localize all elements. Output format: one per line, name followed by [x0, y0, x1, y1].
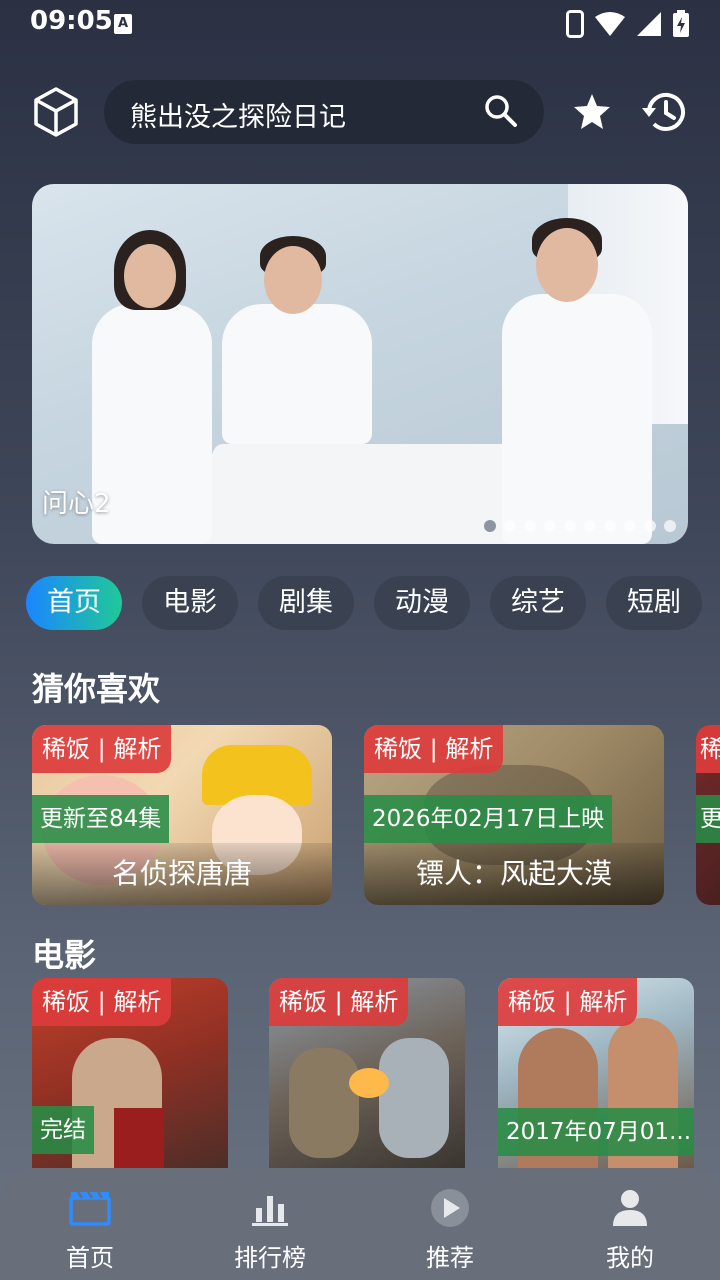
- source-badge: 稀饭 | 解析: [498, 978, 638, 1026]
- banner-figure-head: [264, 246, 322, 314]
- play-icon: [431, 1189, 469, 1227]
- video-card[interactable]: 稀饭 | 解析: [269, 978, 465, 1168]
- source-badge: 稀饭 | 解析: [32, 978, 172, 1026]
- search-input[interactable]: 熊出没之探险日记: [130, 95, 346, 134]
- carousel-dot[interactable]: [544, 520, 556, 532]
- carousel-dot[interactable]: [604, 520, 616, 532]
- tab-variety[interactable]: 综艺: [490, 576, 586, 630]
- card-art: [379, 1038, 449, 1158]
- battery-icon: [673, 10, 689, 37]
- star-icon[interactable]: [572, 92, 612, 132]
- banner-figure: [222, 304, 372, 444]
- user-icon: [613, 1190, 647, 1226]
- video-card[interactable]: 稀饭 | 解析 完结: [32, 978, 228, 1168]
- carousel-dot[interactable]: [484, 520, 496, 532]
- card-title: 镖人：风起大漠: [364, 843, 664, 905]
- tab-movies[interactable]: 电影: [142, 576, 238, 630]
- search-bar[interactable]: 熊出没之探险日记: [104, 80, 544, 144]
- source-badge: 稀饭 | 解析: [364, 725, 504, 773]
- update-label: 更新至84集: [32, 795, 170, 843]
- nav-label: 排行榜: [234, 1244, 306, 1272]
- carousel-dot[interactable]: [524, 520, 536, 532]
- wifi-icon: [595, 12, 625, 36]
- banner-figure: [502, 294, 652, 544]
- tab-home[interactable]: 首页: [26, 576, 122, 630]
- section-title-movies: 电影: [32, 936, 97, 974]
- carousel-dot[interactable]: [624, 520, 636, 532]
- cube-icon[interactable]: [32, 86, 80, 138]
- banner-carousel[interactable]: 问心2: [32, 184, 688, 544]
- carousel-dot[interactable]: [564, 520, 576, 532]
- carousel-dot[interactable]: [584, 520, 596, 532]
- card-title: 名侦探唐唐: [32, 843, 332, 905]
- clapperboard-icon: [69, 1191, 111, 1226]
- search-icon[interactable]: [484, 94, 518, 128]
- nav-label: 首页: [66, 1244, 114, 1272]
- tab-anime[interactable]: 动漫: [374, 576, 470, 630]
- banner-title: 问心2: [42, 489, 111, 519]
- source-badge: 稀饭 | 解析: [269, 978, 409, 1026]
- update-label: 完结: [32, 1106, 94, 1154]
- signal-icon: [637, 12, 661, 36]
- notification-icon: A: [114, 14, 132, 34]
- video-card[interactable]: 稀饭 | 解析 2017年07月01...: [498, 978, 694, 1168]
- tab-series[interactable]: 剧集: [258, 576, 354, 630]
- status-icons: [566, 10, 690, 38]
- status-bar: 09:05 A: [0, 0, 720, 48]
- section-title-guess: 猜你喜欢: [32, 670, 161, 708]
- nav-recommend[interactable]: 推荐: [360, 1168, 540, 1280]
- card-art: [114, 1108, 164, 1168]
- banner-figure-head: [124, 244, 176, 308]
- update-label: 更: [696, 795, 720, 843]
- nav-home[interactable]: 首页: [0, 1168, 180, 1280]
- bar-chart-icon: [252, 1196, 288, 1226]
- video-card[interactable]: 稀 更: [696, 725, 720, 905]
- banner-figure-head: [536, 228, 598, 302]
- nav-label: 我的: [606, 1244, 654, 1272]
- source-badge: 稀: [696, 725, 720, 773]
- category-tabs: 首页 电影 剧集 动漫 综艺 短剧: [26, 576, 702, 630]
- video-card[interactable]: 稀饭 | 解析 2026年02月17日上映 镖人：风起大漠: [364, 725, 664, 905]
- card-art: [349, 1068, 389, 1098]
- carousel-dots: [484, 520, 676, 532]
- tab-shorts[interactable]: 短剧: [606, 576, 702, 630]
- nav-mine[interactable]: 我的: [540, 1168, 720, 1280]
- source-badge: 稀饭 | 解析: [32, 725, 172, 773]
- video-card[interactable]: 稀饭 | 解析 更新至84集 名侦探唐唐: [32, 725, 332, 905]
- card-art: [289, 1048, 359, 1158]
- status-time: 09:05: [30, 6, 113, 36]
- carousel-dot[interactable]: [664, 520, 676, 532]
- update-label: 2026年02月17日上映: [364, 795, 613, 843]
- carousel-dot[interactable]: [644, 520, 656, 532]
- nav-ranking[interactable]: 排行榜: [180, 1168, 360, 1280]
- phone-icon: [566, 10, 584, 38]
- update-label: 2017年07月01...: [498, 1108, 694, 1156]
- carousel-dot[interactable]: [504, 520, 516, 532]
- nav-label: 推荐: [426, 1244, 474, 1272]
- history-icon[interactable]: [640, 90, 686, 134]
- bottom-nav: 首页 排行榜 推荐 我的: [0, 1168, 720, 1280]
